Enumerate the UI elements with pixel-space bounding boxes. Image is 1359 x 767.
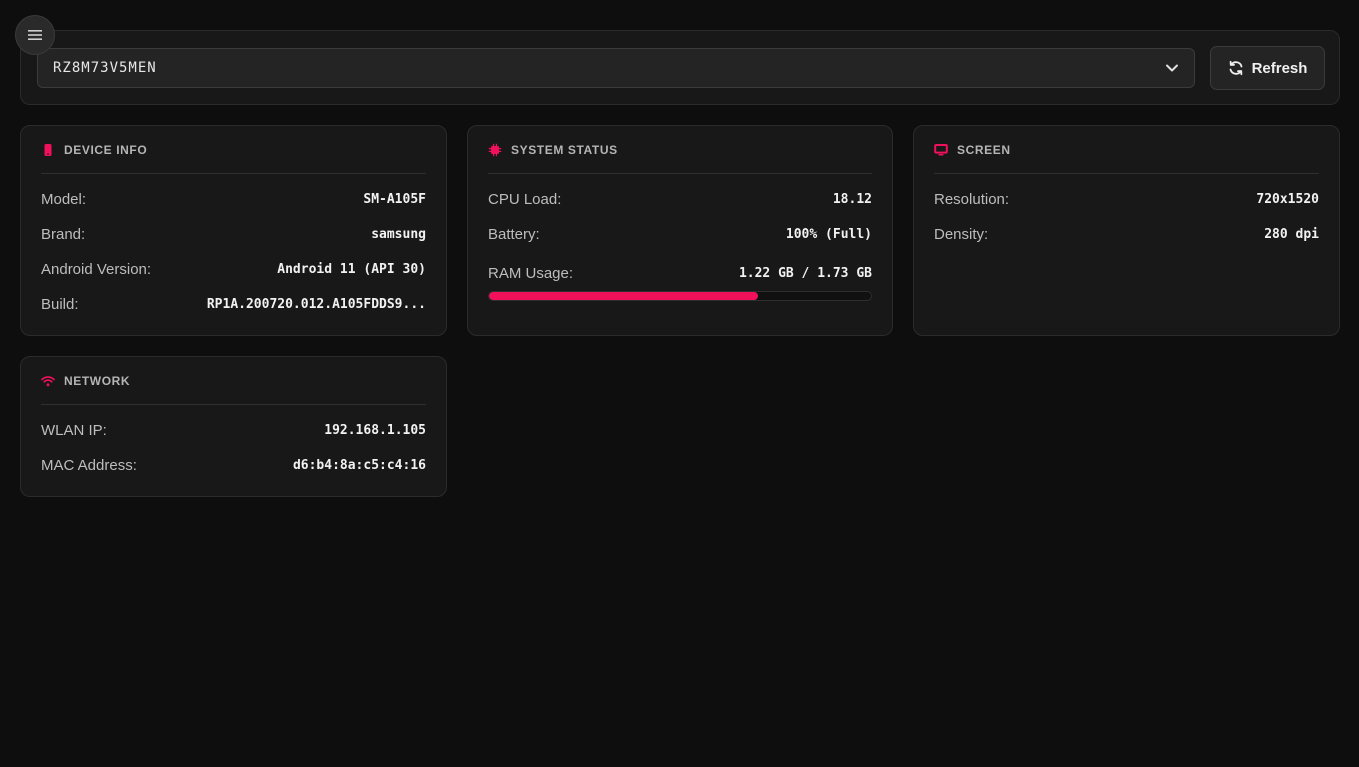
row-label: Android Version: <box>41 261 152 278</box>
row-value: 18.12 <box>832 192 872 207</box>
chevron-down-icon <box>1166 64 1178 72</box>
row-label: CPU Load: <box>488 191 562 208</box>
system-status-card: SYSTEM STATUS CPU Load: 18.12 Battery: 1… <box>467 125 893 336</box>
row-label: Brand: <box>41 226 86 243</box>
device-select[interactable]: RZ8M73V5MEN <box>37 48 1195 88</box>
ram-usage-bar <box>488 291 872 301</box>
monitor-icon <box>934 143 948 155</box>
device-select-value: RZ8M73V5MEN <box>53 60 157 76</box>
refresh-label: Refresh <box>1251 59 1308 77</box>
hamburger-icon <box>28 30 42 40</box>
row-label: Battery: <box>488 226 540 243</box>
network-header: NETWORK <box>41 357 426 405</box>
network-card: NETWORK WLAN IP: 192.168.1.105 MAC Addre… <box>20 356 447 497</box>
row-label: RAM Usage: <box>488 265 574 282</box>
refresh-button[interactable]: Refresh <box>1210 46 1325 90</box>
system-status-header: SYSTEM STATUS <box>488 126 872 174</box>
screen-row-resolution: Resolution: 720x1520 <box>934 182 1319 217</box>
row-label: Build: <box>41 296 79 313</box>
menu-button[interactable] <box>15 15 55 55</box>
screen-card: SCREEN Resolution: 720x1520 Density: 280… <box>913 125 1340 336</box>
row-value: 720x1520 <box>1256 192 1319 207</box>
status-row-ram-usage: RAM Usage: 1.22 GB / 1.73 GB <box>488 256 872 291</box>
info-row-android-version: Android Version: Android 11 (API 30) <box>41 252 426 287</box>
info-row-brand: Brand: samsung <box>41 217 426 252</box>
row-value: 280 dpi <box>1264 227 1319 242</box>
network-title: NETWORK <box>64 373 131 388</box>
device-info-header: DEVICE INFO <box>41 126 426 174</box>
row-label: WLAN IP: <box>41 422 107 439</box>
row-value: SM-A105F <box>363 192 426 207</box>
device-info-card: DEVICE INFO Model: SM-A105F Brand: samsu… <box>20 125 447 336</box>
row-value: 1.22 GB / 1.73 GB <box>738 266 872 281</box>
row-value: 100% (Full) <box>785 227 872 242</box>
row-value: Android 11 (API 30) <box>277 262 426 277</box>
status-row-cpu-load: CPU Load: 18.12 <box>488 182 872 217</box>
row-value: 192.168.1.105 <box>324 423 426 438</box>
row-label: Model: <box>41 191 87 208</box>
screen-row-density: Density: 280 dpi <box>934 217 1319 252</box>
row-label: MAC Address: <box>41 457 137 474</box>
cpu-icon <box>488 143 502 156</box>
info-row-build: Build: RP1A.200720.012.A105FDDS9... <box>41 287 426 322</box>
row-value: d6:b4:8a:c5:c4:16 <box>292 458 426 473</box>
phone-icon <box>44 143 52 156</box>
refresh-icon <box>1229 60 1242 76</box>
ram-usage-bar-fill <box>489 292 759 300</box>
device-selector-panel: RZ8M73V5MEN Refresh <box>20 30 1340 105</box>
info-row-model: Model: SM-A105F <box>41 182 426 217</box>
row-label: Resolution: <box>934 191 1010 208</box>
row-value: samsung <box>371 227 426 242</box>
device-info-title: DEVICE INFO <box>64 142 148 157</box>
status-row-battery: Battery: 100% (Full) <box>488 217 872 252</box>
system-status-title: SYSTEM STATUS <box>511 142 618 157</box>
network-row-wlan-ip: WLAN IP: 192.168.1.105 <box>41 413 426 448</box>
row-value: RP1A.200720.012.A105FDDS9... <box>206 297 426 312</box>
network-row-mac-address: MAC Address: d6:b4:8a:c5:c4:16 <box>41 448 426 483</box>
screen-header: SCREEN <box>934 126 1319 174</box>
row-label: Density: <box>934 226 989 243</box>
screen-title: SCREEN <box>957 142 1011 157</box>
wifi-icon <box>41 375 55 386</box>
